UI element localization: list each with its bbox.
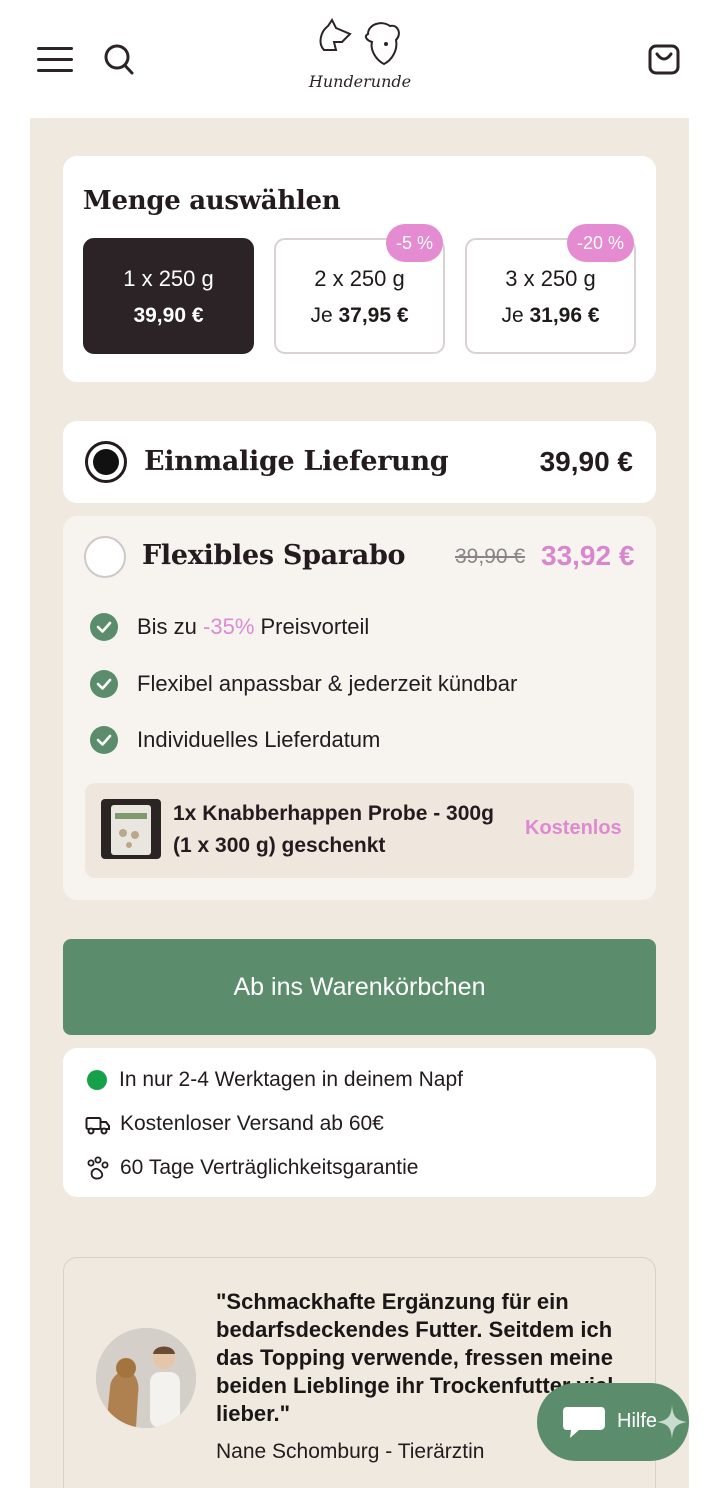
chat-bubble-icon [563,1407,605,1438]
benefit-text-pre: Bis zu [137,614,204,639]
gift-subtitle: (1 x 300 g) geschenkt [173,834,386,857]
gift-price: Kostenlos [525,817,622,839]
search-icon[interactable] [102,42,136,78]
gift-title: 1x Knabberhappen Probe - 300g [173,802,494,825]
menu-icon[interactable] [37,47,73,73]
testimonial-author: Nane Schomburg - Tierärztin [216,1440,485,1463]
quantity-option-price: Je 37,95 € [276,304,443,328]
one-time-delivery-price: 39,90 € [539,446,633,477]
gift-product-image [101,799,161,859]
subscription-radio[interactable] [84,536,126,578]
help-label: Hilfe [617,1410,658,1432]
quantity-card: Menge auswählen 1 x 250 g 39,90 € -5 % 2… [63,156,656,382]
sparkle-icon [657,1405,687,1439]
benefit-text: Bis zu -35% Preisvorteil [137,614,369,640]
site-header: Hunderunde [0,0,714,118]
info-text: Kostenloser Versand ab 60€ [120,1112,384,1135]
check-icon [90,670,118,698]
info-text: 60 Tage Verträglichkeitsgarantie [120,1156,419,1179]
benefit-highlight: -35% [203,614,255,639]
green-dot-icon [87,1070,107,1090]
discount-badge: -5 % [385,224,443,262]
quantity-option-3[interactable]: -20 % 3 x 250 g Je 31,96 € [465,224,636,354]
price-value: 37,95 € [338,304,409,327]
quantity-title: Menge auswählen [83,186,341,216]
subscription-price: 33,92 € [541,540,635,571]
shipping-info: In nur 2-4 Werktagen in deinem Napf Kost… [63,1048,656,1197]
one-time-delivery-option[interactable]: Einmalige Lieferung 39,90 € [63,421,656,503]
paw-icon [87,1156,109,1180]
dog-logo-icon [319,18,400,66]
benefit-text: Individuelles Lieferdatum [137,727,381,752]
add-to-cart-button[interactable]: Ab ins Warenkörbchen [63,939,656,1035]
quantity-option-amount: 2 x 250 g [314,266,405,291]
help-chat-button[interactable]: Hilfe [537,1383,689,1461]
quantity-option-1[interactable]: 1 x 250 g 39,90 € [83,238,254,354]
quantity-option-amount: 3 x 250 g [505,266,596,291]
quantity-option-2[interactable]: -5 % 2 x 250 g Je 37,95 € [274,224,445,354]
brand-name: Hunderunde [308,72,412,91]
gift-item: 1x Knabberhappen Probe - 300g (1 x 300 g… [85,783,634,878]
subscription-old-price: 39,90 € [455,545,526,568]
benefit-text: Flexibel anpassbar & jederzeit kündbar [137,671,518,696]
price-value: 31,96 € [529,304,600,327]
price-prefix: Je [310,304,339,327]
one-time-delivery-radio[interactable] [85,441,127,483]
testimonial-avatar [96,1328,196,1428]
check-icon [90,613,118,641]
info-text: In nur 2-4 Werktagen in deinem Napf [119,1068,463,1091]
one-time-delivery-label: Einmalige Lieferung [144,446,449,477]
subscription-option[interactable]: Flexibles Sparabo 39,90 € 33,92 € Bis zu… [63,516,656,900]
cart-icon[interactable] [645,40,683,78]
truck-icon [85,1117,110,1135]
quantity-option-amount: 1 x 250 g [123,266,214,291]
price-prefix: Je [501,304,530,327]
gift-description: 1x Knabberhappen Probe - 300g (1 x 300 g… [173,798,494,862]
quantity-option-price: Je 31,96 € [467,304,634,328]
brand-logo[interactable]: Hunderunde [306,16,414,96]
quantity-option-price: 39,90 € [133,304,204,327]
discount-badge: -20 % [566,224,634,262]
benefit-text-post: Preisvorteil [254,614,370,639]
check-icon [90,726,118,754]
subscription-label: Flexibles Sparabo [142,540,406,571]
